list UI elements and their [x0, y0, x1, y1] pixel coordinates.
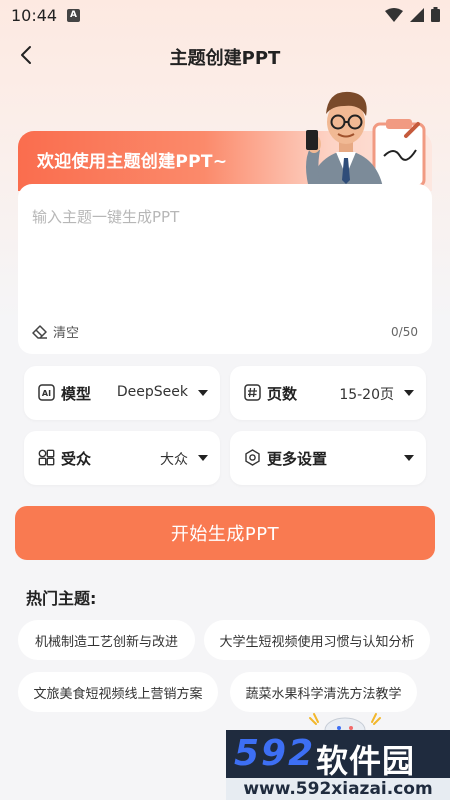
topic-input[interactable]: [32, 206, 412, 306]
audience-label: 受众: [61, 450, 92, 468]
generate-ppt-button[interactable]: 开始生成PPT: [15, 506, 435, 560]
model-value: DeepSeek: [116, 384, 188, 400]
hot-topic-chip[interactable]: 机械制造工艺创新与改进: [18, 620, 195, 660]
hot-topic-chip[interactable]: 大学生短视频使用习惯与认知分析: [204, 620, 430, 660]
watermark-banner: 592 软件园: [226, 730, 450, 780]
grid-icon: [38, 449, 55, 466]
audience-select[interactable]: 受众 大众: [24, 431, 220, 485]
chevron-down-icon: [404, 390, 414, 396]
watermark-url-bar: www.592xiazai.com: [226, 778, 450, 800]
status-bar: 10:44 A: [0, 0, 450, 32]
signal-icon: [410, 7, 424, 22]
battery-icon: [431, 7, 440, 22]
chevron-down-icon: [198, 390, 208, 396]
watermark-url: www.592xiazai.com: [243, 779, 433, 799]
audience-value: 大众: [160, 452, 188, 468]
model-label: 模型: [61, 385, 92, 403]
status-time: 10:44: [11, 6, 58, 25]
topic-input-card: 清空 0/50: [18, 184, 432, 354]
svg-text:AI: AI: [42, 389, 51, 398]
more-settings-label: 更多设置: [267, 450, 328, 468]
page-title: 主题创建PPT: [169, 48, 281, 69]
presenter-illustration: [306, 91, 426, 192]
pages-value: 15-20页: [339, 387, 394, 403]
char-counter: 0/50: [391, 325, 418, 339]
watermark-name: 软件园: [316, 742, 416, 780]
chevron-down-icon: [198, 455, 208, 461]
clear-button[interactable]: 清空: [32, 322, 79, 341]
hash-icon: [244, 384, 261, 401]
watermark-number: 592: [234, 733, 316, 774]
pages-select[interactable]: 页数 15-20页: [230, 366, 426, 420]
ai-icon: AI: [38, 384, 55, 401]
hot-topics-title: 热门主题:: [26, 589, 97, 608]
chevron-down-icon: [404, 455, 414, 461]
hot-topic-chip[interactable]: 文旅美食短视频线上营销方案: [18, 672, 218, 712]
welcome-text: 欢迎使用主题创建PPT~: [37, 152, 228, 172]
site-watermark: 592 软件园 www.592xiazai.com: [226, 730, 450, 800]
status-icons: [385, 7, 440, 22]
eraser-icon: [32, 324, 47, 339]
more-settings-select[interactable]: 更多设置: [230, 431, 426, 485]
model-select[interactable]: AI 模型 DeepSeek: [24, 366, 220, 420]
wifi-icon: [385, 7, 403, 22]
pages-label: 页数: [267, 385, 298, 403]
notification-a-icon: A: [67, 9, 80, 22]
settings-icon: [245, 449, 260, 466]
clear-label: 清空: [53, 326, 80, 341]
